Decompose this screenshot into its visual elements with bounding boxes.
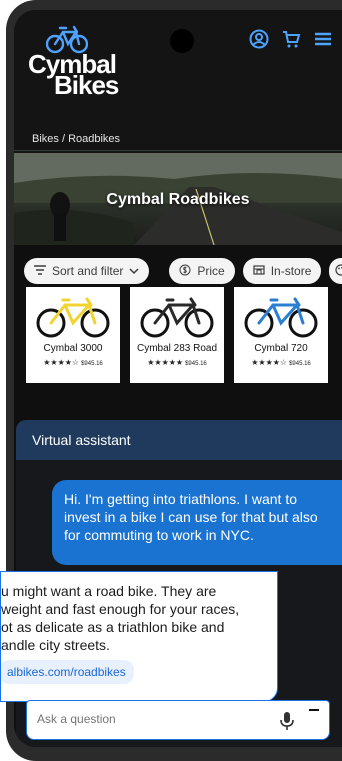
mic-icon[interactable] xyxy=(279,711,295,731)
assistant-message: u might want a road bike. They are weigh… xyxy=(0,571,278,702)
product-meta: ★★★★☆ $945.16 xyxy=(238,358,324,367)
price-icon xyxy=(179,264,191,279)
menu-icon[interactable] xyxy=(312,28,334,50)
header-divider xyxy=(14,150,342,151)
store-icon xyxy=(253,264,265,278)
filter-bar: Sort and filter Price In-store xyxy=(24,256,342,286)
product-meta: ★★★★☆ $945.16 xyxy=(30,358,116,367)
assistant-message-text: u might want a road bike. They are weigh… xyxy=(1,583,240,653)
assistant-link-chip[interactable]: albikes.com/roadbikes xyxy=(1,660,134,684)
chevron-down-icon xyxy=(129,264,139,278)
camera-cutout xyxy=(170,29,194,53)
user-message: Hi. I'm getting into triathlons. I want … xyxy=(52,480,342,565)
product-meta: ★★★★★ $945.16 xyxy=(134,358,220,367)
bike-image-icon xyxy=(244,297,318,338)
instore-label: In-store xyxy=(270,264,312,278)
product-card[interactable]: Cymbal 283 Road ★★★★★ $945.16 xyxy=(130,287,224,383)
breadcrumb[interactable]: Bikes / Roadbikes xyxy=(32,133,120,145)
assistant-header[interactable]: Virtual assistant xyxy=(16,420,342,460)
product-name: Cymbal 3000 xyxy=(43,343,103,354)
instore-chip[interactable]: In-store xyxy=(242,258,322,284)
sort-icon xyxy=(34,264,46,278)
price-chip[interactable]: Price xyxy=(169,258,235,284)
ask-question-input[interactable] xyxy=(35,711,259,727)
bike-image-icon xyxy=(36,297,110,338)
product-price: $945.16 xyxy=(289,361,311,367)
account-icon[interactable] xyxy=(248,28,270,50)
product-card[interactable]: Cymbal 3000 ★★★★☆ $945.16 xyxy=(26,287,120,383)
hero-banner: Cymbal Roadbikes xyxy=(14,153,342,245)
header-actions xyxy=(248,28,334,50)
bike-image-icon xyxy=(140,297,214,338)
ask-question-box xyxy=(26,700,330,740)
product-price: $945.16 xyxy=(185,361,207,367)
product-price: $945.16 xyxy=(81,361,103,367)
sort-filter-label: Sort and filter xyxy=(52,264,124,278)
product-rating: ★★★★☆ xyxy=(251,358,288,367)
product-list: Cymbal 3000 ★★★★☆ $945.16 Cymbal 283 Road… xyxy=(26,287,342,383)
product-name: Cymbal 283 Road xyxy=(136,343,218,354)
sort-filter-chip[interactable]: Sort and filter xyxy=(24,258,150,284)
price-label: Price xyxy=(197,264,225,278)
more-filter-chip[interactable] xyxy=(329,258,342,284)
minimize-icon[interactable] xyxy=(309,709,319,711)
product-name: Cymbal 720 xyxy=(254,343,308,354)
product-rating: ★★★★☆ xyxy=(43,358,80,367)
brand-logo[interactable]: Cymbal Bikes xyxy=(28,24,128,124)
palette-icon xyxy=(335,263,342,279)
cart-icon[interactable] xyxy=(280,28,302,50)
product-rating: ★★★★★ xyxy=(147,358,184,367)
header: Cymbal Bikes Bikes / Roadbikes xyxy=(14,10,342,170)
brand-name: Cymbal Bikes xyxy=(28,51,128,98)
product-card[interactable]: Cymbal 720 ★★★★☆ $945.16 xyxy=(234,287,328,383)
hero-title: Cymbal Roadbikes xyxy=(106,191,250,208)
